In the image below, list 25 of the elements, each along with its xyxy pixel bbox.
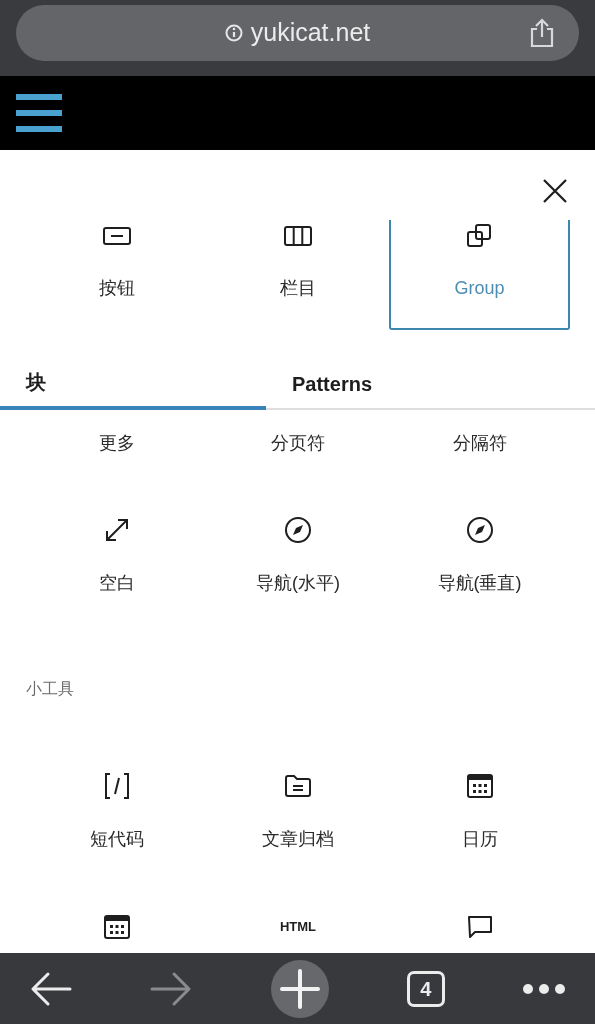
close-icon[interactable] xyxy=(543,179,567,203)
block-item[interactable]: 更多 xyxy=(98,430,135,457)
menu-icon[interactable] xyxy=(16,94,62,132)
block-item[interactable]: 文章归档 xyxy=(262,826,334,853)
block-item[interactable]: 分隔符 xyxy=(452,430,507,457)
url-text: yukicat.net xyxy=(250,17,371,49)
block-item[interactable]: 栏目 xyxy=(207,220,389,330)
block-item[interactable]: 分页符 xyxy=(271,430,325,457)
block-item[interactable]: Group xyxy=(389,220,570,330)
block-item[interactable]: 日历 xyxy=(461,826,498,853)
back-icon[interactable] xyxy=(30,970,72,1007)
section-heading: 小工具 xyxy=(26,679,75,699)
tab[interactable]: Patterns xyxy=(266,330,595,410)
block-item[interactable]: 按钮 xyxy=(26,220,207,330)
address-bar[interactable]: yukicat.net xyxy=(16,5,579,61)
block-item[interactable]: 空白 xyxy=(98,570,135,597)
block-item[interactable]: 导航(水平) xyxy=(256,570,340,597)
block-item[interactable]: 短代码 xyxy=(89,826,144,853)
block-item[interactable]: 导航(垂直) xyxy=(437,570,522,597)
html-icon: HTML xyxy=(279,911,317,943)
compass-icon xyxy=(282,514,314,546)
tabs-button[interactable]: 4 xyxy=(406,970,445,1007)
share-icon[interactable] xyxy=(529,18,555,48)
tab[interactable]: 块 xyxy=(0,330,266,410)
info-icon xyxy=(224,24,243,42)
